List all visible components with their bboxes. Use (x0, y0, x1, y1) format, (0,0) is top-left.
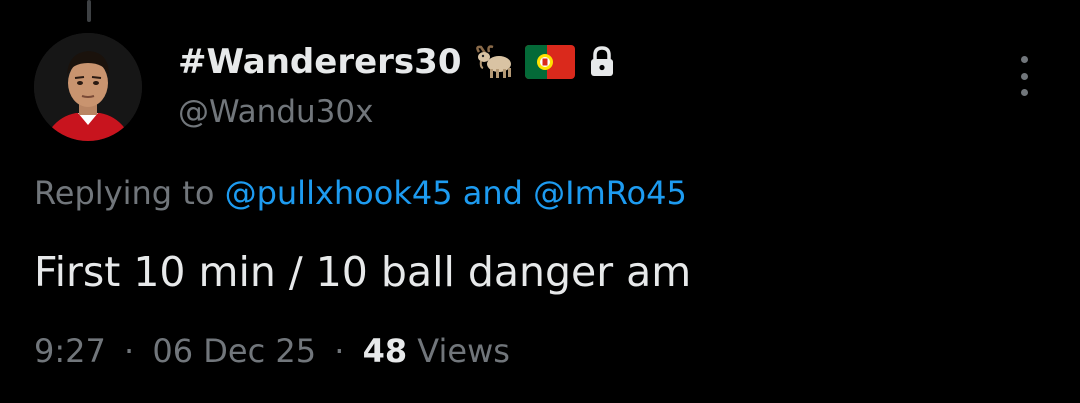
avatar[interactable] (34, 33, 142, 141)
lock-icon (587, 45, 617, 79)
more-dot (1020, 89, 1028, 96)
tweet-time[interactable]: 9:27 (34, 332, 106, 370)
portugal-flag-icon (525, 45, 576, 79)
more-options-icon[interactable] (1008, 56, 1040, 96)
reply-mention-link[interactable]: @ImRo45 (533, 174, 687, 212)
replying-to-line: Replying to @pullxhook45 and @ImRo45 (34, 174, 687, 212)
views-label: Views (417, 332, 510, 370)
display-name[interactable]: #Wanderers30 (178, 42, 461, 82)
author-name-row: #Wanderers30 (178, 36, 617, 88)
tweet-date[interactable]: 06 Dec 25 (152, 332, 316, 370)
goat-emoji-icon (473, 44, 513, 80)
tweet-text: First 10 min / 10 ball danger am (34, 248, 692, 296)
reply-joiner-text: and (462, 174, 523, 212)
tweet-metadata: 9:27 · 06 Dec 25 · 48 Views (34, 332, 510, 370)
thread-connector-line (87, 0, 91, 22)
more-dot (1020, 56, 1028, 63)
meta-separator: · (124, 332, 135, 370)
meta-separator: · (334, 332, 345, 370)
replying-to-label: Replying to (34, 174, 215, 212)
user-handle[interactable]: @Wandu30x (178, 94, 373, 130)
reply-mention-link[interactable]: @pullxhook45 (225, 174, 453, 212)
more-dot (1020, 72, 1028, 80)
views-count[interactable]: 48 (363, 332, 408, 370)
avatar-image (34, 33, 142, 141)
